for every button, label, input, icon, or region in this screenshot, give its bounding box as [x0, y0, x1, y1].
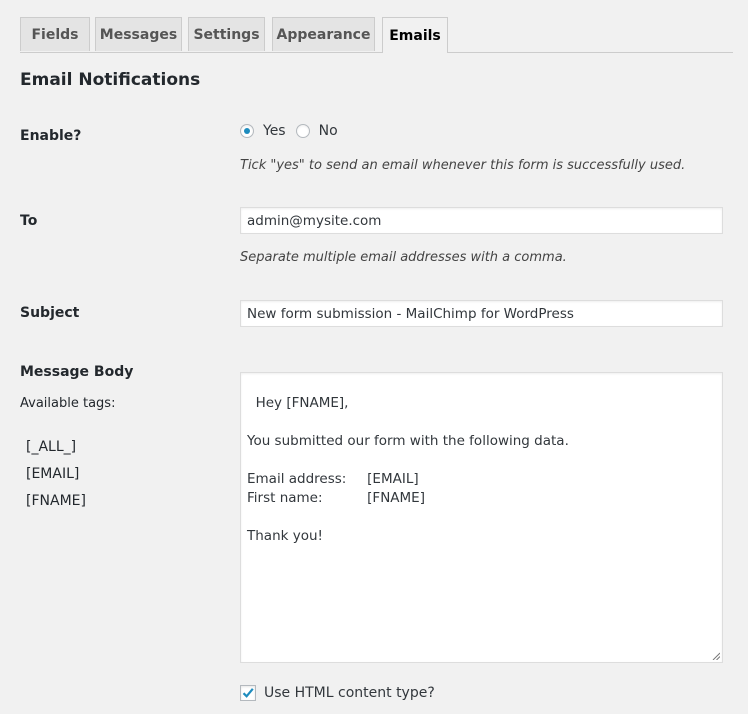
tab-settings[interactable]: Settings [188, 17, 265, 51]
checkmark-icon [242, 688, 254, 698]
enable-description: Tick "yes" to send an email whenever thi… [240, 158, 686, 173]
enable-label: Enable? [20, 128, 82, 144]
tag-email: [EMAIL] [26, 466, 80, 482]
html-content-type-label[interactable]: Use HTML content type? [264, 685, 435, 701]
enable-radio-group: Yes No [240, 123, 338, 139]
section-title: Email Notifications [20, 70, 201, 90]
enable-no-radio[interactable] [295, 124, 310, 138]
message-body-text: Hey [FNAME], You submitted our form with… [247, 395, 569, 544]
subject-input[interactable] [240, 300, 723, 327]
enable-yes-label[interactable]: Yes [263, 123, 286, 139]
tab-bar: Fields Messages Settings Appearance Emai… [20, 17, 733, 53]
tab-messages[interactable]: Messages [95, 17, 182, 51]
enable-no-label[interactable]: No [319, 123, 338, 139]
to-label: To [20, 213, 38, 229]
message-body-label: Message Body [20, 364, 134, 380]
tag-all: [_ALL_] [26, 439, 77, 455]
resize-handle-icon[interactable] [712, 652, 720, 660]
to-description: Separate multiple email addresses with a… [240, 250, 567, 265]
to-email-input[interactable] [240, 207, 723, 234]
message-body-textarea[interactable]: Hey [FNAME], You submitted our form with… [240, 372, 723, 663]
enable-yes-radio[interactable] [240, 124, 254, 138]
subject-label: Subject [20, 305, 80, 321]
tab-appearance[interactable]: Appearance [272, 17, 375, 51]
html-content-type-checkbox[interactable] [240, 685, 256, 701]
available-tags-label: Available tags: [20, 396, 116, 411]
html-content-type-row: Use HTML content type? [240, 685, 435, 701]
tab-emails[interactable]: Emails [382, 17, 448, 53]
tab-fields[interactable]: Fields [20, 17, 90, 51]
tag-fname: [FNAME] [26, 493, 86, 509]
